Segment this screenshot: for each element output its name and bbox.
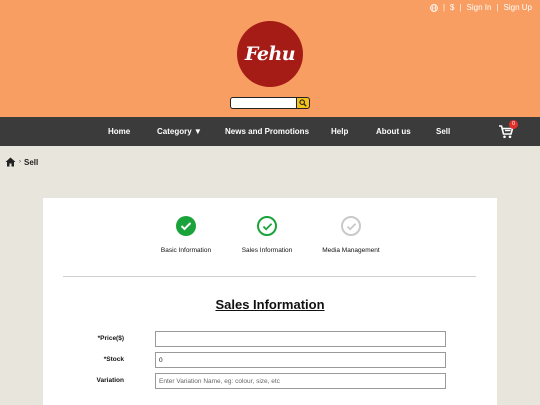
nav-news-promotions[interactable]: News and Promotions (225, 117, 309, 146)
search-bar (230, 97, 310, 109)
nav-about-us[interactable]: About us (376, 117, 411, 146)
step-media-management[interactable]: Media Management (311, 216, 391, 254)
breadcrumb-current[interactable]: Sell (24, 158, 38, 167)
globe-icon[interactable] (430, 3, 438, 12)
nav-category-label: Category (157, 127, 192, 136)
nav-help[interactable]: Help (331, 117, 348, 146)
step-label: Sales Information (241, 247, 293, 254)
step-current-icon (257, 216, 277, 236)
site-logo[interactable]: Fehu (237, 21, 303, 87)
main-nav: Home Category ▼ News and Promotions Help… (0, 117, 540, 146)
step-sales-information[interactable]: Sales Information (227, 216, 307, 254)
logo-text: Fehu (244, 43, 296, 65)
chevron-down-icon: ▼ (193, 127, 202, 136)
search-button[interactable] (296, 97, 310, 109)
sign-in-link[interactable]: Sign In (467, 3, 492, 12)
nav-category[interactable]: Category ▼ (157, 117, 202, 146)
separator: | (496, 3, 499, 12)
variation-label: Variation (96, 377, 124, 384)
search-input[interactable] (230, 97, 296, 109)
step-done-icon (176, 216, 196, 236)
separator: | (459, 3, 462, 12)
step-label: Media Management (322, 247, 380, 254)
stock-input[interactable] (155, 352, 446, 368)
home-icon[interactable] (5, 157, 16, 167)
variation-input[interactable] (155, 373, 446, 389)
sell-form-card: Basic Information Sales Information Medi… (43, 198, 497, 405)
breadcrumb-separator: › (19, 159, 21, 165)
sign-up-link[interactable]: Sign Up (504, 3, 532, 12)
price-input[interactable] (155, 331, 446, 347)
top-links: | $ | Sign In | Sign Up (430, 3, 532, 12)
cart-count-badge: 0 (509, 120, 518, 129)
price-label: *Price($) (97, 335, 124, 342)
step-pending-icon (341, 216, 361, 236)
breadcrumb: › Sell (5, 157, 38, 167)
step-basic-information[interactable]: Basic Information (146, 216, 226, 254)
stock-label: *Stock (103, 356, 124, 363)
site-header: | $ | Sign In | Sign Up Fehu (0, 0, 540, 117)
nav-home[interactable]: Home (108, 117, 130, 146)
search-icon (299, 99, 307, 107)
currency-link[interactable]: $ (450, 3, 454, 12)
nav-sell[interactable]: Sell (436, 117, 450, 146)
section-divider (63, 276, 476, 277)
separator: | (442, 3, 446, 12)
section-title: Sales Information (215, 297, 325, 312)
cart-button[interactable]: 0 (498, 120, 518, 140)
step-label: Basic Information (160, 247, 212, 254)
